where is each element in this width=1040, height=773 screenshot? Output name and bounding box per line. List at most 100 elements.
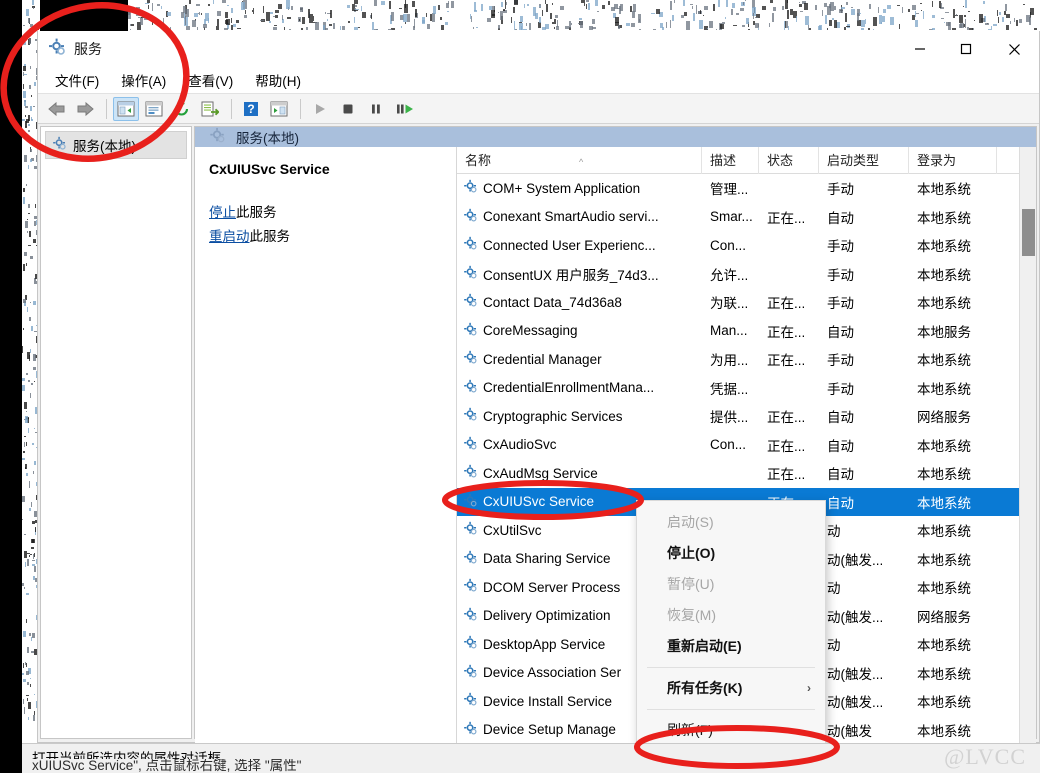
properties-window-icon[interactable] xyxy=(141,97,167,121)
table-row[interactable]: ConsentUX 用户服务_74d3... 允许... 手动 本地系统 xyxy=(457,260,1036,289)
services-window: 服务 文件(F) 操作(A) 查看(V) 帮助(H) ? 服务(本地) 服务(本… xyxy=(37,31,1040,770)
cell-name: ConsentUX 用户服务_74d3... xyxy=(457,264,702,284)
tree-node-label: 服务(本地) xyxy=(73,139,136,154)
ctx-stop[interactable]: 停止(O) xyxy=(637,538,825,569)
table-row[interactable]: CredentialEnrollmentMana... 凭据... 手动 本地系统 xyxy=(457,374,1036,403)
column-header-name[interactable]: 名称 ^ xyxy=(457,147,702,174)
minimize-button[interactable] xyxy=(897,31,943,67)
ctx-separator-1 xyxy=(647,667,815,668)
table-row[interactable]: CoreMessaging Man... 正在... 自动 本地服务 xyxy=(457,317,1036,346)
pause-service-icon[interactable] xyxy=(363,97,389,121)
service-name-label: Cryptographic Services xyxy=(483,408,623,424)
cell-logon: 本地系统 xyxy=(917,695,971,711)
cell-logon: 本地系统 xyxy=(917,267,971,283)
detail-service-title: CxUIUSvc Service xyxy=(209,161,330,177)
cell-name: CoreMessaging xyxy=(457,322,702,340)
ctx-separator-2 xyxy=(647,709,815,710)
help-icon[interactable]: ? xyxy=(238,97,264,121)
service-name-label: DCOM Server Process xyxy=(483,579,621,595)
column-header-description[interactable]: 描述 xyxy=(702,147,759,174)
gear-icon xyxy=(463,578,478,596)
cell-startup: 动 xyxy=(827,524,841,540)
cell-logon: 本地系统 xyxy=(917,524,971,540)
window-title: 服务 xyxy=(74,41,102,57)
cell-status: 正在... xyxy=(767,438,806,454)
ctx-resume-label: 恢复(M) xyxy=(667,607,716,623)
menu-file[interactable]: 文件(F) xyxy=(46,67,108,93)
restart-service-link-text[interactable]: 重启动 xyxy=(209,229,250,244)
menu-view[interactable]: 查看(V) xyxy=(179,67,242,93)
cell-startup: 动(触发... xyxy=(827,609,884,625)
cell-name: Contact Data_74d36a8 xyxy=(457,293,702,311)
service-name-label: CxAudioSvc xyxy=(483,437,557,453)
cell-logon: 本地系统 xyxy=(917,638,971,654)
cell-startup: 动(触发... xyxy=(827,552,884,568)
show-action-pane-icon[interactable] xyxy=(266,97,292,121)
cell-logon: 本地系统 xyxy=(917,182,971,198)
scrollbar-thumb[interactable] xyxy=(1022,209,1035,256)
close-button[interactable] xyxy=(989,31,1039,67)
maximize-button[interactable] xyxy=(943,31,989,67)
table-row[interactable]: CxAudMsg Service 正在... 自动 本地系统 xyxy=(457,459,1036,488)
menu-action[interactable]: 操作(A) xyxy=(112,67,175,93)
gear-icon xyxy=(463,464,478,482)
stop-service-link-text[interactable]: 停止 xyxy=(209,205,236,220)
start-service-icon[interactable] xyxy=(307,97,333,121)
cell-startup: 自动 xyxy=(827,438,854,454)
cell-logon: 本地系统 xyxy=(917,381,971,397)
tree-node-services-local[interactable]: 服务(本地) xyxy=(45,131,187,159)
export-list-icon[interactable] xyxy=(197,97,223,121)
cell-name: Conexant SmartAudio servi... xyxy=(457,208,702,226)
cell-logon: 本地服务 xyxy=(917,324,971,340)
cell-name: CxAudMsg Service xyxy=(457,464,702,482)
table-row[interactable]: Credential Manager 为用... 正在... 手动 本地系统 xyxy=(457,345,1036,374)
window-controls xyxy=(897,31,1039,67)
column-header-status[interactable]: 状态 xyxy=(759,147,819,174)
list-column-headers: 名称 ^ 描述 状态 启动类型 登录为 xyxy=(457,147,1036,174)
cell-description: Smar... xyxy=(710,209,753,225)
refresh-icon[interactable] xyxy=(169,97,195,121)
cell-logon: 本地系统 xyxy=(917,239,971,255)
service-name-label: Contact Data_74d36a8 xyxy=(483,294,622,310)
table-row[interactable]: Connected User Experienc... Con... 手动 本地系统 xyxy=(457,231,1036,260)
service-name-label: Device Install Service xyxy=(483,693,613,709)
ctx-refresh-label: 刷新(F) xyxy=(667,722,713,738)
back-arrow-icon[interactable] xyxy=(44,97,70,121)
table-row[interactable]: CxAudioSvc Con... 正在... 自动 本地系统 xyxy=(457,431,1036,460)
gear-icon xyxy=(463,493,478,511)
restart-service-icon[interactable] xyxy=(391,97,417,121)
table-row[interactable]: Conexant SmartAudio servi... Smar... 正在...… xyxy=(457,203,1036,232)
forward-arrow-icon[interactable] xyxy=(72,97,98,121)
table-row[interactable]: Cryptographic Services 提供... 正在... 自动 网络服务 xyxy=(457,402,1036,431)
service-name-label: Data Sharing Service xyxy=(483,551,611,567)
ctx-all-tasks[interactable]: 所有任务(K) › xyxy=(637,673,825,704)
ctx-restart[interactable]: 重新启动(E) xyxy=(637,631,825,662)
status-bar-clipped-text: xUIUSvc Service", 点击鼠标右键, 选择 "属性" xyxy=(32,759,302,773)
cell-startup: 动 xyxy=(827,638,841,654)
cell-logon: 本地系统 xyxy=(917,353,971,369)
stop-service-link[interactable]: 停止此服务 xyxy=(209,203,444,223)
restart-service-link[interactable]: 重启动此服务 xyxy=(209,227,444,247)
list-vertical-scrollbar[interactable] xyxy=(1019,147,1036,744)
table-row[interactable]: Contact Data_74d36a8 为联... 正在... 手动 本地系统 xyxy=(457,288,1036,317)
cell-name: CredentialEnrollmentMana... xyxy=(457,379,702,397)
cell-logon: 本地系统 xyxy=(917,296,971,312)
cell-startup: 动 xyxy=(827,581,841,597)
cell-description: 凭据... xyxy=(710,381,749,397)
gear-icon xyxy=(48,38,66,61)
cell-status: 正在... xyxy=(767,467,806,483)
body-split: 服务(本地) 服务(本地) CxUIUSvc Service 停止此服务 重启动… xyxy=(38,124,1039,770)
stop-service-icon[interactable] xyxy=(335,97,361,121)
pane-content: CxUIUSvc Service 停止此服务 重启动此服务 名称 ^ 描述 状态 启动类… xyxy=(195,147,1036,744)
cell-logon: 本地系统 xyxy=(917,581,971,597)
menu-help[interactable]: 帮助(H) xyxy=(246,67,310,93)
table-row[interactable]: COM+ System Application 管理... 手动 本地系统 xyxy=(457,174,1036,203)
ctx-refresh[interactable]: 刷新(F) xyxy=(637,715,825,746)
show-hide-tree-icon[interactable] xyxy=(113,96,139,121)
ctx-restart-label: 重新启动(E) xyxy=(667,638,742,654)
column-header-startup[interactable]: 启动类型 xyxy=(819,147,909,174)
column-header-logon[interactable]: 登录为 xyxy=(909,147,997,174)
cell-logon: 网络服务 xyxy=(917,609,971,625)
gear-icon xyxy=(463,635,478,653)
cell-description: 为联... xyxy=(710,296,749,312)
